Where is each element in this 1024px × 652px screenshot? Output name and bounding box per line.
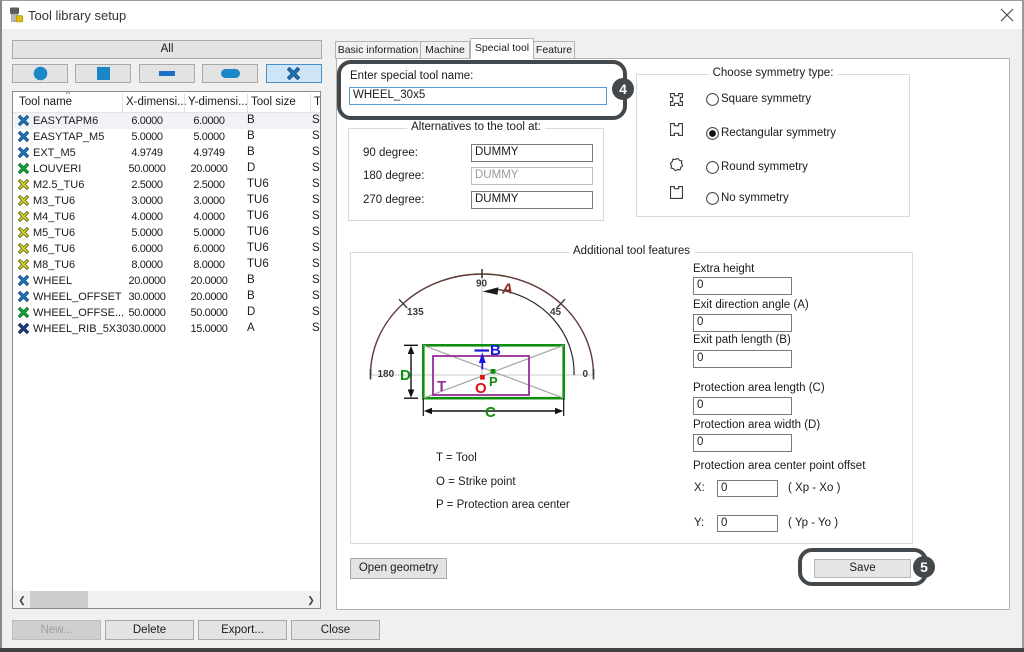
svg-text:B: B — [490, 342, 501, 359]
svg-text:C: C — [485, 404, 496, 421]
svg-text:O: O — [475, 380, 487, 397]
svg-text:D: D — [400, 367, 411, 384]
svg-text:45: 45 — [550, 307, 562, 318]
svg-text:T: T — [437, 378, 446, 395]
svg-text:0: 0 — [583, 369, 589, 380]
svg-text:P: P — [489, 374, 498, 389]
svg-text:135: 135 — [407, 307, 424, 318]
svg-text:A: A — [501, 281, 513, 298]
svg-text:180: 180 — [378, 369, 395, 380]
svg-text:90: 90 — [476, 279, 488, 290]
